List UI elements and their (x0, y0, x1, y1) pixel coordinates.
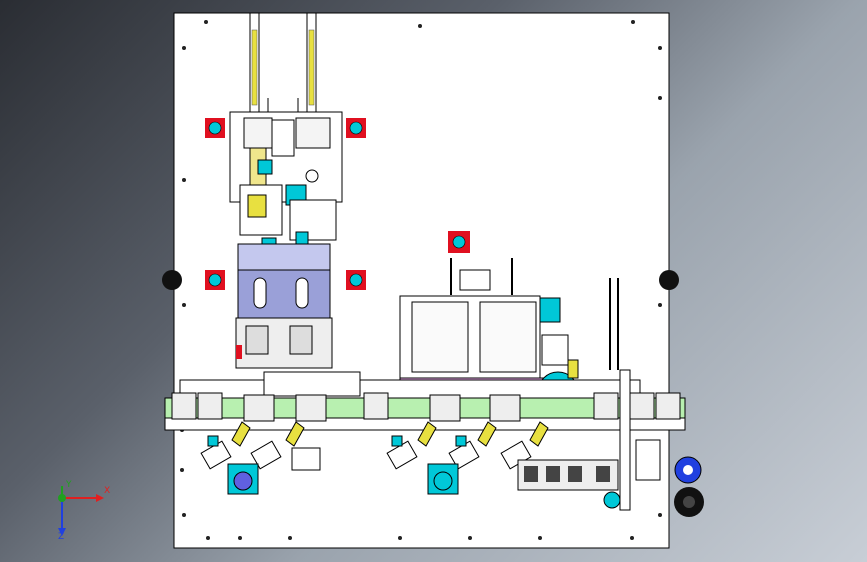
axis-x-label: X (104, 486, 111, 496)
axis-z-label: Z (58, 532, 65, 542)
axis-y-label: Y (66, 480, 72, 490)
cad-viewport[interactable]: X Y Z (0, 0, 867, 562)
left-bumper (162, 270, 182, 290)
drive-motor (674, 456, 704, 517)
axis-triad: X Y Z (48, 480, 118, 545)
right-bumper (659, 270, 679, 290)
lavender-carriage (235, 243, 333, 369)
cad-model-view[interactable] (0, 0, 867, 562)
